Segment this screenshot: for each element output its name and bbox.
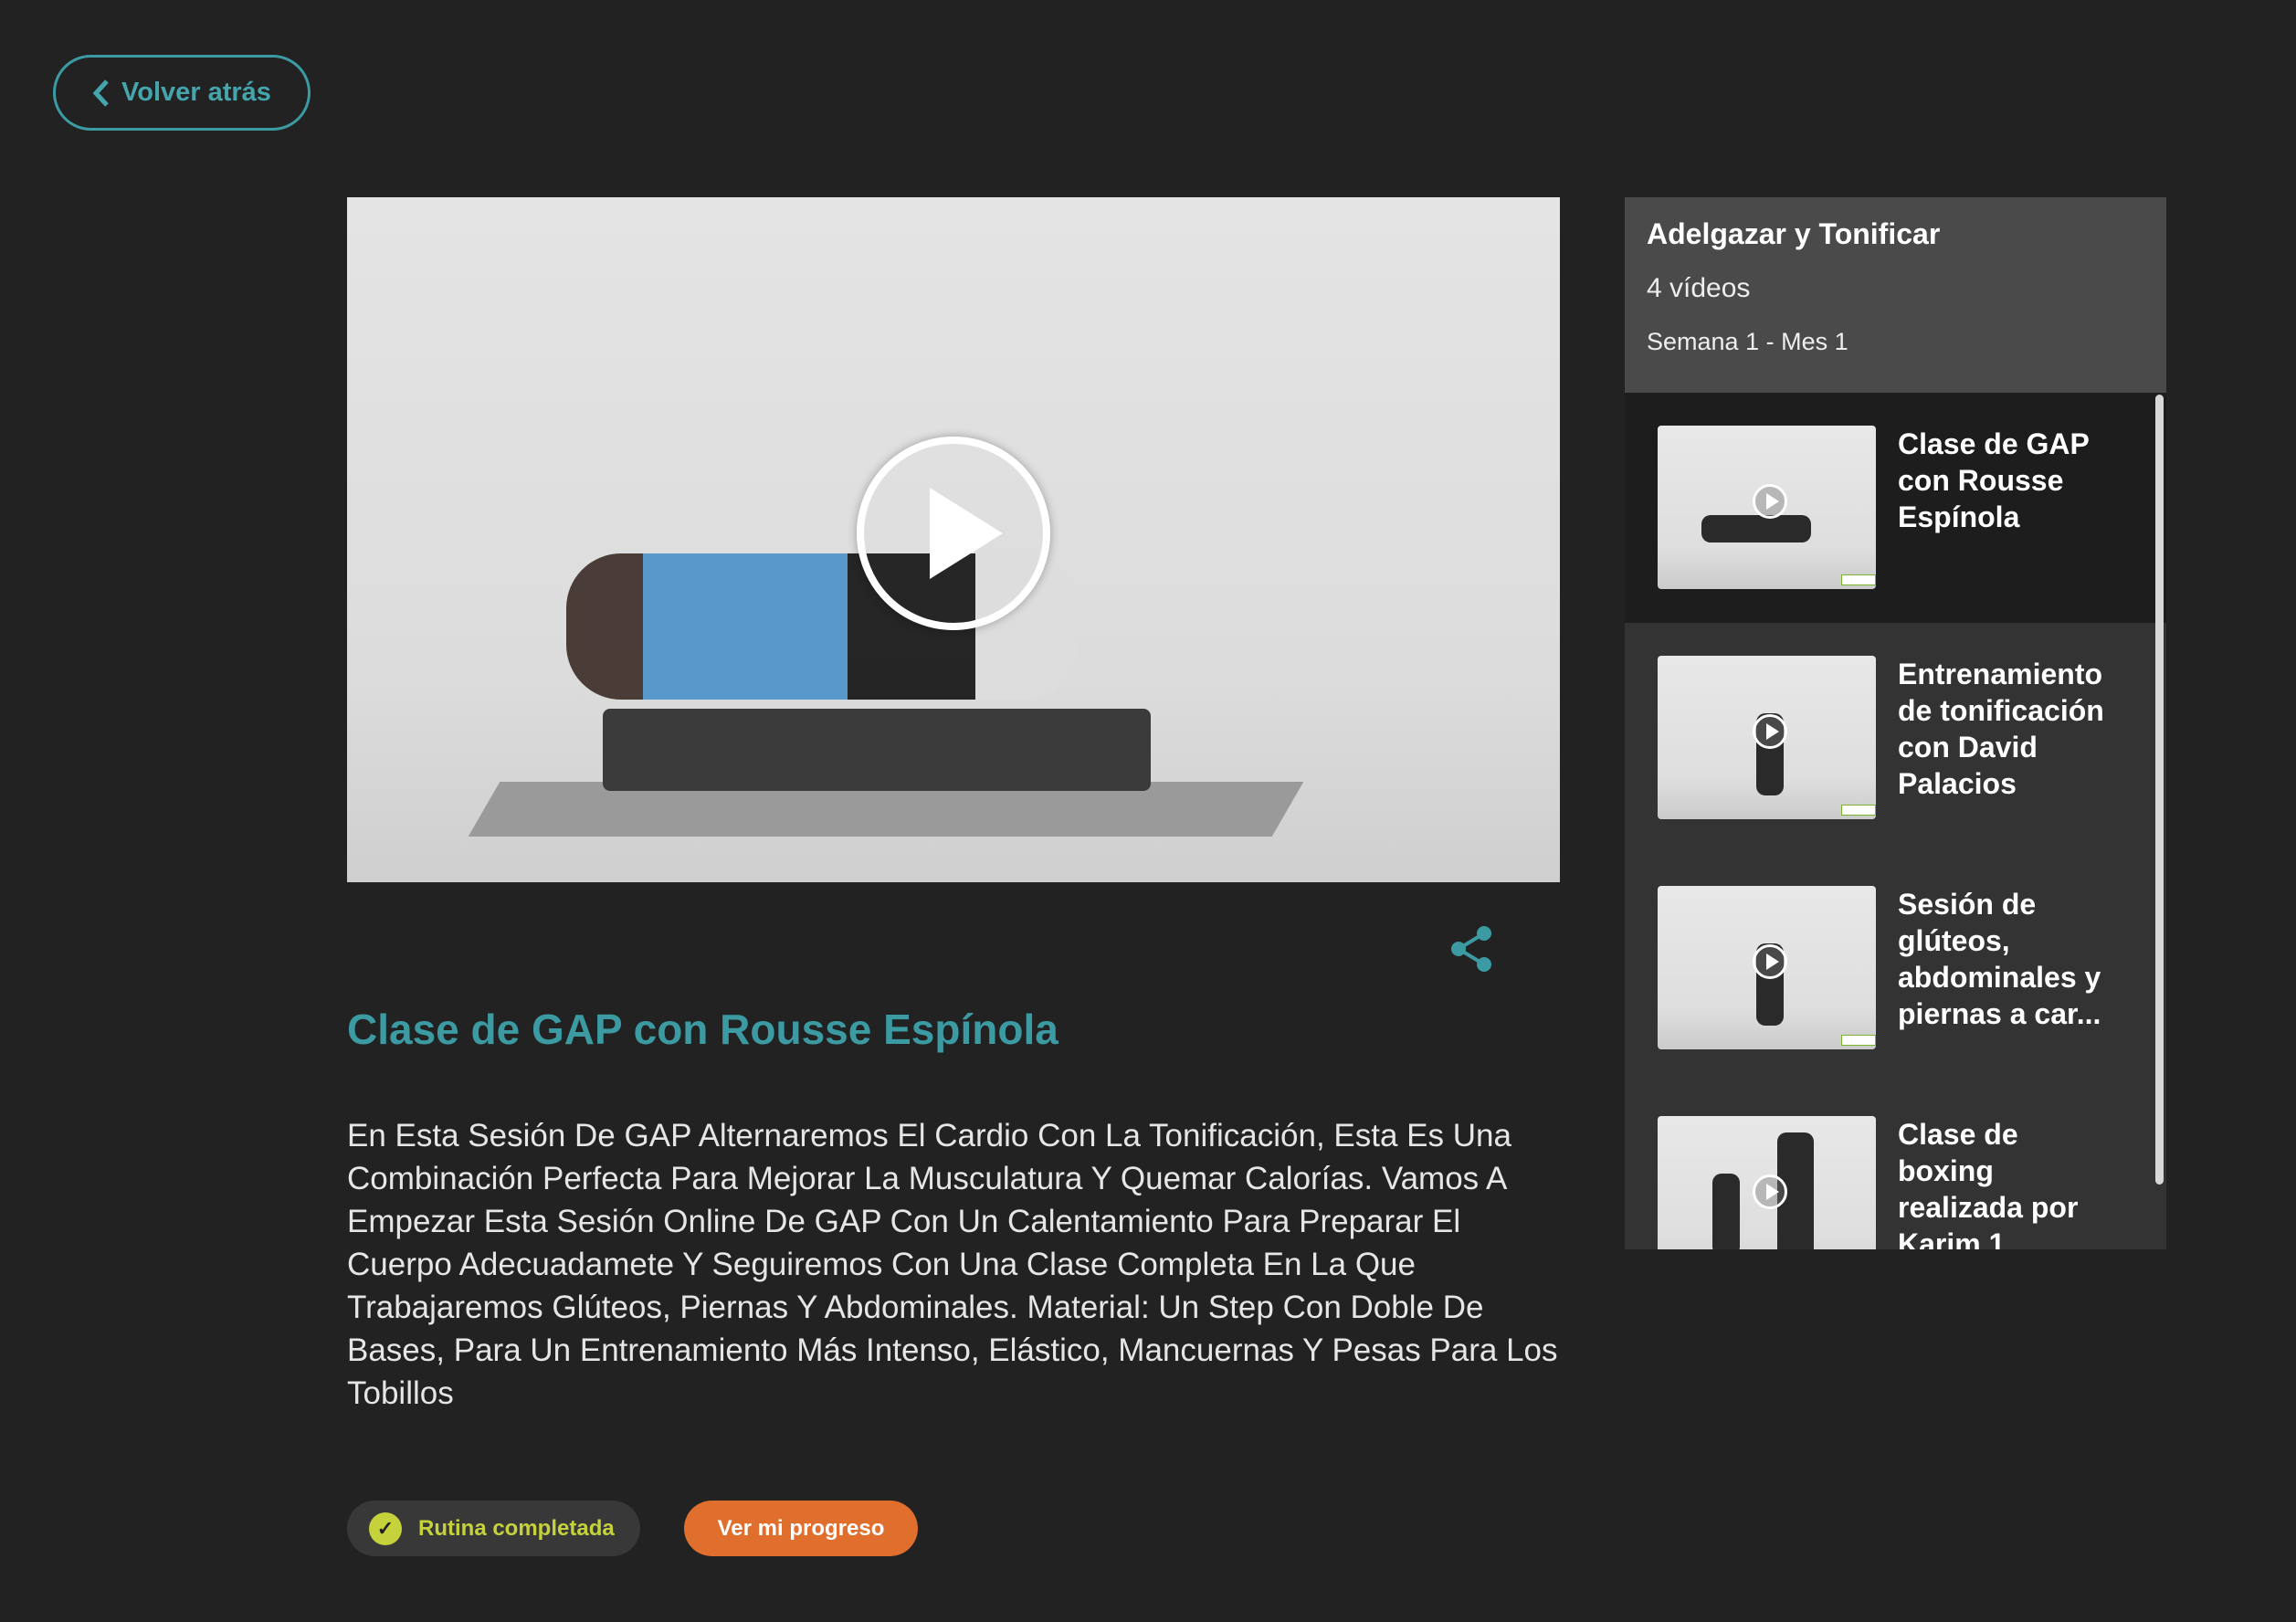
playlist-title: Adelgazar y Tonificar [1647, 217, 1941, 250]
routine-completed-badge: ✓ Rutina completada [347, 1501, 640, 1556]
playlist-scrollbar[interactable] [2155, 395, 2164, 1185]
back-label: Volver atrás [121, 78, 271, 107]
video-frame-step [603, 709, 1151, 791]
playlist-count: 4 vídeos [1647, 273, 1751, 303]
video-thumbnail [1658, 1116, 1876, 1249]
play-icon [1753, 944, 1787, 979]
playlist-item-title: Clase de GAP con Rousse Espínola [1898, 427, 2090, 533]
playlist-item[interactable]: Entrenamiento de tonificación con David … [1625, 623, 2166, 853]
playlist-panel: Adelgazar y Tonificar 4 vídeos Semana 1 … [1625, 197, 2166, 1249]
back-button[interactable]: Volver atrás [53, 55, 311, 131]
chevron-left-icon [92, 79, 109, 107]
playlist-item[interactable]: Sesión de glúteos, abdominales y piernas… [1625, 853, 2166, 1083]
video-player[interactable] [347, 197, 1560, 882]
video-thumbnail [1658, 426, 1876, 589]
playlist-item[interactable]: Clase de GAP con Rousse Espínola [1625, 393, 2166, 623]
video-thumbnail [1658, 656, 1876, 819]
video-description: En Esta Sesión De GAP Alternaremos El Ca… [347, 1118, 1558, 1411]
progress-label: Ver mi progreso [717, 1515, 885, 1541]
view-progress-button[interactable]: Ver mi progreso [684, 1501, 918, 1556]
video-thumbnail [1658, 886, 1876, 1049]
play-icon [1753, 714, 1787, 749]
playlist-item-title: Entrenamiento de tonificación con David … [1898, 658, 2104, 800]
share-icon[interactable] [1448, 924, 1497, 974]
playlist-item-title: Clase de boxing realizada por Karim 1 [1898, 1118, 2079, 1249]
playlist-item[interactable]: Clase de boxing realizada por Karim 1 [1625, 1083, 2166, 1249]
video-title: Clase de GAP con Rousse Espínola [347, 1006, 1058, 1053]
playlist-week: Semana 1 - Mes 1 [1647, 328, 1848, 355]
check-icon: ✓ [369, 1511, 402, 1545]
completed-label: Rutina completada [418, 1515, 615, 1541]
play-icon[interactable] [857, 437, 1050, 630]
play-icon [1753, 1174, 1787, 1209]
play-icon [1753, 484, 1787, 519]
playlist-header: Adelgazar y Tonificar 4 vídeos Semana 1 … [1625, 197, 2166, 393]
playlist-item-title: Sesión de glúteos, abdominales y piernas… [1898, 888, 2101, 1030]
